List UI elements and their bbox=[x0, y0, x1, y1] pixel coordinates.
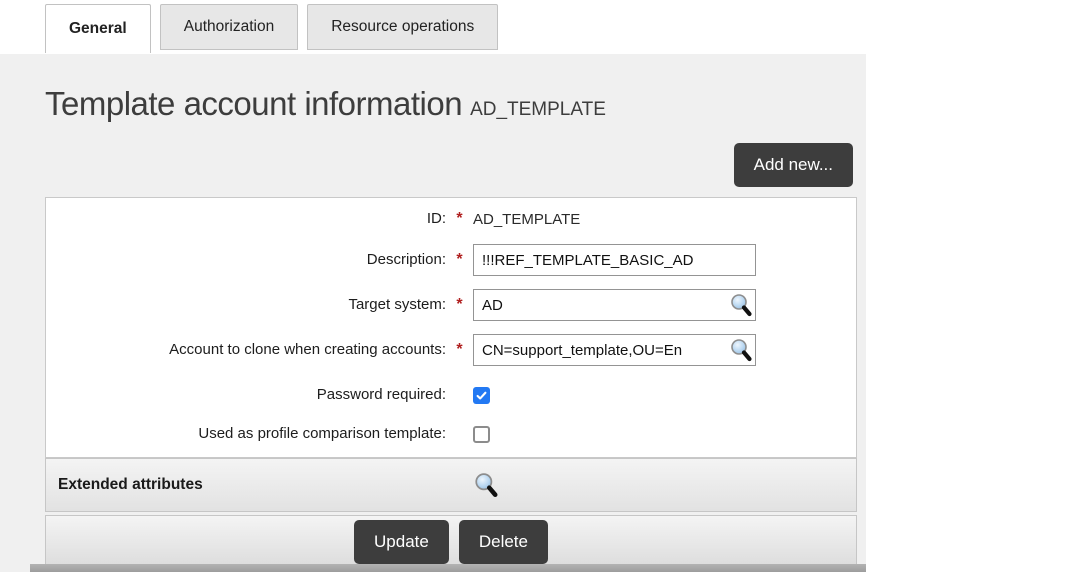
account-to-clone-label: Account to clone when creating accounts: bbox=[169, 341, 446, 358]
add-new-button[interactable]: Add new... bbox=[733, 143, 853, 187]
form-row-id: ID: * AD_TEMPLATE bbox=[46, 206, 856, 232]
tab-resource-operations[interactable]: Resource operations bbox=[307, 4, 499, 50]
page-subtitle: AD_TEMPLATE bbox=[470, 99, 606, 120]
form-footer: Update Delete bbox=[45, 515, 857, 565]
update-button[interactable]: Update bbox=[354, 520, 449, 564]
required-asterisk: * bbox=[456, 341, 463, 358]
password-required-checkbox[interactable] bbox=[473, 386, 490, 404]
form-row-password-required: Password required: bbox=[46, 379, 856, 411]
extended-attributes-section[interactable]: Extended attributes bbox=[45, 458, 857, 512]
profile-comparison-label: Used as profile comparison template: bbox=[198, 425, 446, 442]
checkmark-icon bbox=[476, 391, 487, 399]
description-input[interactable] bbox=[473, 244, 756, 276]
template-account-page: General Authorization Resource operation… bbox=[0, 0, 1085, 572]
tab-bar: General Authorization Resource operation… bbox=[0, 0, 866, 54]
form-body: ID: * AD_TEMPLATE Description: * Target … bbox=[45, 197, 857, 458]
magnifier-icon[interactable] bbox=[729, 338, 753, 362]
tab-authorization[interactable]: Authorization bbox=[159, 4, 299, 50]
magnifier-icon[interactable] bbox=[473, 472, 499, 498]
page-title: Template account information AD_TEMPLATE bbox=[45, 85, 866, 123]
target-system-label: Target system: bbox=[348, 296, 446, 313]
password-required-label: Password required: bbox=[316, 386, 446, 403]
tab-general[interactable]: General bbox=[45, 4, 151, 53]
target-system-input[interactable] bbox=[473, 289, 756, 321]
required-asterisk: * bbox=[456, 296, 463, 313]
id-value: AD_TEMPLATE bbox=[473, 210, 581, 228]
required-asterisk: * bbox=[456, 251, 463, 268]
page-title-text: Template account information bbox=[45, 85, 463, 122]
form-row-target-system: Target system: * bbox=[46, 289, 856, 321]
form-row-account-to-clone: Account to clone when creating accounts:… bbox=[46, 334, 856, 366]
form-row-description: Description: * bbox=[46, 244, 856, 276]
extended-attributes-label: Extended attributes bbox=[58, 476, 203, 493]
bottom-edge-strip bbox=[30, 564, 866, 572]
magnifier-icon[interactable] bbox=[729, 293, 753, 317]
description-label: Description: bbox=[366, 251, 446, 268]
profile-comparison-checkbox[interactable] bbox=[473, 425, 490, 443]
content-area: Template account information AD_TEMPLATE … bbox=[0, 51, 866, 572]
delete-button[interactable]: Delete bbox=[458, 520, 548, 564]
required-asterisk: * bbox=[456, 210, 463, 227]
form-row-profile-comparison: Used as profile comparison template: bbox=[46, 421, 856, 447]
id-label: ID: bbox=[426, 210, 446, 227]
account-to-clone-input[interactable] bbox=[473, 334, 756, 366]
form-panel: ID: * AD_TEMPLATE Description: * Target … bbox=[45, 197, 857, 565]
